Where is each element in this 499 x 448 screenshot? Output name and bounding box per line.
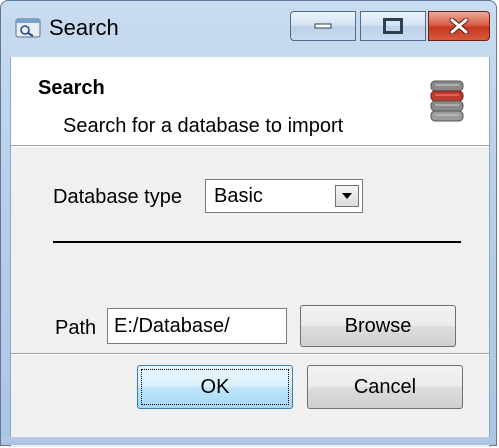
footer-separator: [11, 353, 489, 355]
maximize-button[interactable]: [360, 11, 426, 41]
header-subtitle: Search for a database to import: [63, 115, 344, 137]
path-label: Path: [55, 317, 97, 339]
window-title: Search: [49, 15, 119, 40]
close-button[interactable]: [428, 11, 490, 41]
header-panel: Search Search for a database to import: [11, 57, 489, 145]
database-type-value: Basic: [214, 185, 263, 207]
cancel-button[interactable]: Cancel: [307, 365, 463, 409]
path-input[interactable]: [107, 308, 287, 344]
ok-button[interactable]: OK: [137, 365, 293, 409]
dialog-window: Search Search Search for a database to i…: [0, 0, 497, 447]
close-icon: [449, 18, 469, 34]
focus-rectangle: [141, 369, 289, 405]
database-type-select[interactable]: Basic: [205, 179, 363, 213]
header-title: Search: [38, 77, 105, 99]
browse-button[interactable]: Browse: [300, 305, 456, 347]
chevron-down-icon: [342, 193, 352, 199]
title-bar[interactable]: Search: [1, 1, 496, 57]
minimize-button[interactable]: [290, 11, 356, 41]
search-window-icon: [15, 17, 41, 39]
form-divider: [53, 241, 461, 243]
maximize-icon: [383, 18, 403, 34]
dialog-client-area: Search Search for a database to import D…: [10, 57, 490, 447]
database-icon: [429, 79, 465, 123]
header-separator: [11, 145, 489, 147]
database-type-label: Database type: [53, 186, 182, 208]
window-bottom-border: [1, 437, 496, 445]
dropdown-arrow-button[interactable]: [335, 185, 359, 207]
minimize-icon: [314, 23, 332, 29]
